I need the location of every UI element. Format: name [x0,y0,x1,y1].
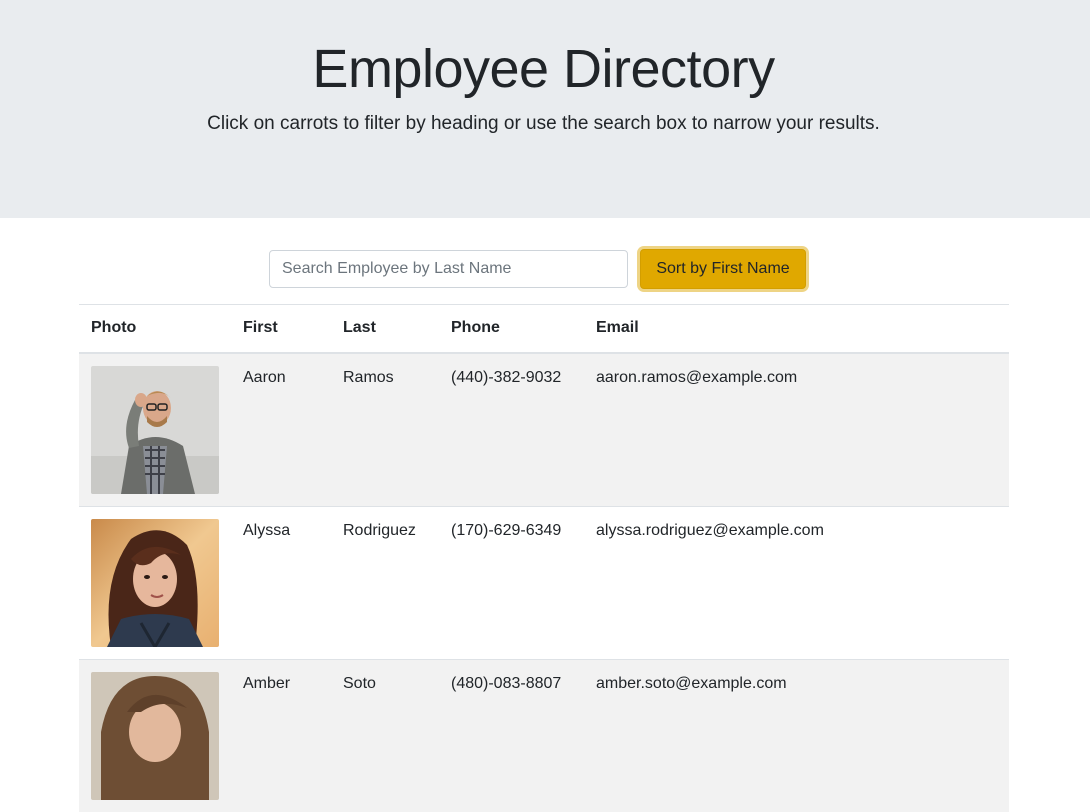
first-name-cell: Alyssa [231,505,331,659]
email-cell: alyssa.rodriguez@example.com [584,505,1009,659]
page-subtitle: Click on carrots to filter by heading or… [207,113,880,134]
search-input[interactable] [269,250,628,288]
table-row: Amber Soto (480)-083-8807 amber.soto@exa… [79,658,1009,812]
photo-cell [79,658,231,812]
employee-photo [91,518,219,647]
phone-cell: (170)-629-6349 [439,505,584,659]
table-row: Aaron Ramos (440)-382-9032 aaron.ramos@e… [79,352,1009,506]
phone-cell: (440)-382-9032 [439,352,584,506]
employee-photo [91,671,219,800]
email-cell: amber.soto@example.com [584,658,1009,812]
first-name-cell: Amber [231,658,331,812]
email-cell: aaron.ramos@example.com [584,352,1009,506]
last-name-cell: Rodriguez [331,505,439,659]
phone-cell: (480)-083-8807 [439,658,584,812]
column-header-email[interactable]: Email [584,304,1009,354]
last-name-cell: Soto [331,658,439,812]
column-header-phone[interactable]: Phone [439,304,584,354]
sort-by-first-name-button[interactable]: Sort by First Name [640,249,806,289]
photo-cell [79,352,231,506]
column-header-last[interactable]: Last [331,304,439,354]
employee-table-container: Photo First Last Phone Email Aaron Ramos… [79,304,1009,812]
column-header-photo[interactable]: Photo [79,304,231,354]
header-jumbotron: Employee Directory Click on carrots to f… [0,0,1090,218]
search-controls: Sort by First Name [0,249,1090,291]
table-header-row: Photo First Last Phone Email [79,304,1009,354]
column-header-first[interactable]: First [231,304,331,354]
employee-table: Photo First Last Phone Email Aaron Ramos… [79,304,1009,812]
employee-photo [91,365,219,494]
page-title: Employee Directory [312,39,775,99]
last-name-cell: Ramos [331,352,439,506]
photo-cell [79,505,231,659]
first-name-cell: Aaron [231,352,331,506]
table-row: Alyssa Rodriguez (170)-629-6349 alyssa.r… [79,505,1009,659]
